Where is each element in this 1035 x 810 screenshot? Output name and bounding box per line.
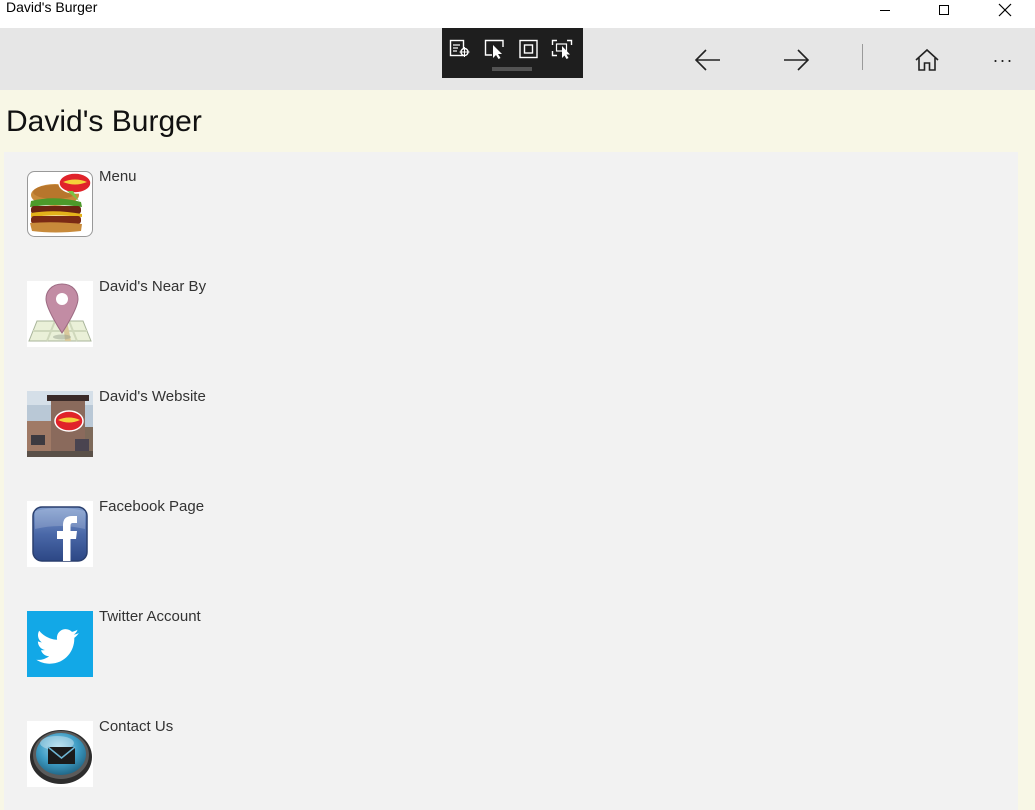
list-item-label: David's Website	[99, 388, 206, 405]
burger-icon	[27, 171, 93, 237]
toolbar-grip-icon[interactable]	[492, 67, 532, 71]
maximize-button[interactable]	[921, 0, 967, 20]
home-button[interactable]	[903, 38, 951, 82]
visual-tree-icon	[449, 39, 470, 57]
facebook-icon	[27, 501, 93, 567]
close-icon	[998, 3, 1012, 17]
live-visual-tree-button[interactable]	[448, 38, 472, 60]
select-element-button[interactable]	[483, 38, 507, 60]
select-cursor-icon	[484, 39, 504, 59]
back-button[interactable]	[684, 38, 732, 82]
list-item-menu[interactable]: Menu	[27, 168, 327, 238]
map-pin-icon	[27, 281, 93, 347]
minimize-icon	[880, 10, 890, 11]
nav-divider	[862, 44, 863, 70]
display-layout-adorners-button[interactable]	[517, 38, 541, 60]
debug-toolbar	[442, 28, 583, 78]
list-item-near-by[interactable]: David's Near By	[27, 278, 327, 348]
nav-bar: ···	[0, 28, 1035, 90]
list-item-facebook[interactable]: Facebook Page	[27, 498, 327, 568]
forward-arrow-icon	[784, 49, 810, 71]
more-icon: ···	[992, 49, 1014, 70]
home-icon	[915, 48, 939, 71]
list-item-label: Facebook Page	[99, 498, 205, 515]
back-arrow-icon	[694, 49, 720, 71]
mail-icon	[27, 721, 93, 787]
list-item-label: Contact Us	[99, 718, 174, 735]
items-list: Menu David's Near By David's Website Fac…	[4, 152, 1018, 810]
title-bar: David's Burger	[0, 0, 1035, 28]
maximize-icon	[939, 5, 949, 15]
page-title: David's Burger	[6, 105, 202, 138]
more-button[interactable]: ···	[979, 38, 1027, 82]
restaurant-photo-icon	[27, 391, 93, 457]
adorner-box-icon	[519, 39, 538, 59]
window-title: David's Burger	[6, 0, 98, 15]
list-item-website[interactable]: David's Website	[27, 388, 327, 458]
track-focus-icon	[551, 39, 573, 59]
list-item-label: Twitter Account	[99, 608, 201, 625]
track-focused-element-button[interactable]	[551, 38, 575, 60]
twitter-icon	[27, 611, 93, 677]
list-item-label: David's Near By	[99, 278, 207, 295]
minimize-button[interactable]	[862, 0, 908, 20]
list-item-label: Menu	[99, 168, 137, 185]
list-item-twitter[interactable]: Twitter Account	[27, 608, 327, 678]
forward-button[interactable]	[772, 38, 820, 82]
list-item-contact[interactable]: Contact Us	[27, 718, 327, 788]
close-button[interactable]	[982, 0, 1028, 20]
page-content: David's Burger Menu David's Near By Davi…	[0, 90, 1035, 810]
